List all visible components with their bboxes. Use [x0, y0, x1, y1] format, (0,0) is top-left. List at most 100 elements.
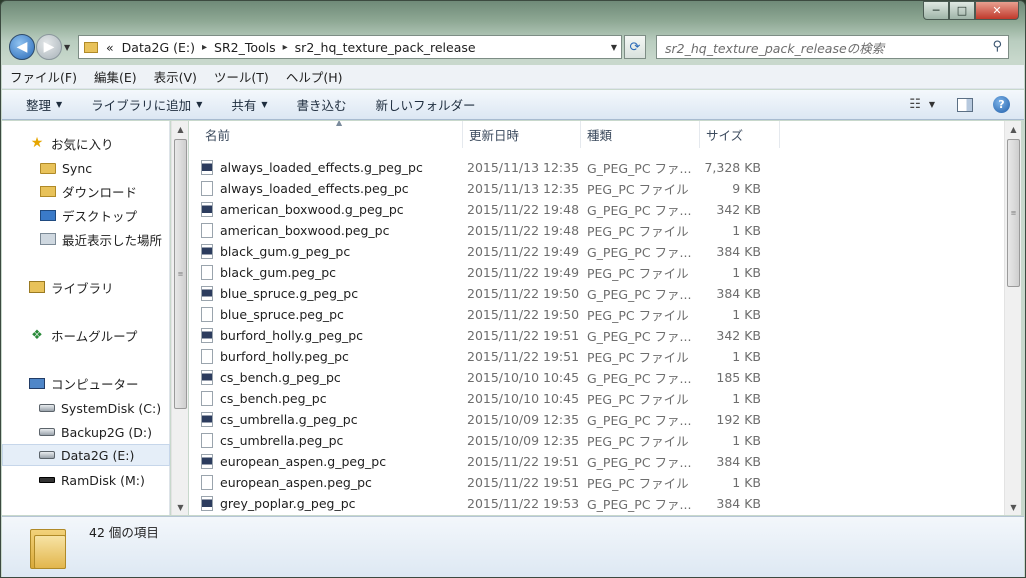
column-header-name[interactable]: ▲ 名前	[199, 121, 463, 148]
column-header-date[interactable]: 更新日時	[463, 121, 581, 148]
search-input[interactable]: sr2_hq_texture_pack_releaseの検索 ⚲	[656, 35, 1009, 59]
menu-edit[interactable]: 編集(E)	[94, 67, 137, 86]
refresh-button[interactable]: ⟳	[624, 35, 646, 59]
file-date: 2015/11/22 19:51	[467, 454, 580, 469]
file-row[interactable]: black_gum.peg_pc 2015/11/22 19:49 PEG_PC フ…	[201, 262, 981, 283]
address-separator-icon[interactable]: ▸	[280, 42, 291, 53]
menu-tools[interactable]: ツール(T)	[214, 67, 269, 86]
column-header-size[interactable]: サイズ	[700, 121, 780, 148]
peg-file-icon	[201, 223, 213, 238]
file-date: 2015/10/09 12:35	[467, 412, 580, 427]
recent-pages-dropdown[interactable]: ▼	[64, 43, 74, 52]
search-icon[interactable]: ⚲	[992, 39, 1002, 54]
file-row[interactable]: blue_spruce.peg_pc 2015/11/22 19:50 PEG_PC…	[201, 304, 981, 325]
navigation-scrollbar[interactable]: ▲ ≡ ▼	[171, 121, 188, 515]
file-row[interactable]: always_loaded_effects.peg_pc 2015/11/13 1…	[201, 178, 981, 199]
close-button[interactable]: ✕	[975, 1, 1019, 20]
chevron-down-icon: ▼	[56, 100, 63, 109]
g-peg-file-icon	[201, 160, 213, 175]
forward-arrow-icon: ▶	[43, 39, 55, 55]
peg-file-icon	[201, 391, 213, 406]
add-to-library-button[interactable]: ライブラリに追加 ▼	[91, 95, 202, 114]
column-header-label: 種類	[587, 128, 613, 143]
organize-button[interactable]: 整理 ▼	[26, 95, 62, 114]
file-type: PEG_PC ファイル	[587, 434, 689, 449]
file-row[interactable]: american_boxwood.peg_pc 2015/11/22 19:48 P…	[201, 220, 981, 241]
sidebar-item-sync[interactable]: Sync	[2, 157, 170, 179]
command-bar-right: ☷ ▼ ?	[909, 96, 1010, 113]
file-row[interactable]: american_boxwood.g_peg_pc 2015/11/22 19:4…	[201, 199, 981, 220]
file-type: PEG_PC ファイル	[587, 182, 689, 197]
file-date: 2015/11/22 19:50	[467, 286, 580, 301]
scroll-down-arrow-icon[interactable]: ▼	[1005, 499, 1022, 515]
help-icon[interactable]: ?	[993, 96, 1010, 113]
share-button[interactable]: 共有 ▼	[231, 95, 267, 114]
file-row[interactable]: cs_bench.g_peg_pc 2015/10/10 10:45 G_PEG_P…	[201, 367, 981, 388]
file-type: PEG_PC ファイル	[587, 350, 689, 365]
new-folder-button[interactable]: 新しいフォルダー	[376, 95, 476, 114]
scroll-down-arrow-icon[interactable]: ▼	[172, 499, 189, 515]
menu-file[interactable]: ファイル(F)	[10, 67, 77, 86]
minimize-button[interactable]: ─	[923, 1, 949, 20]
g-peg-file-icon	[201, 412, 213, 427]
forward-button[interactable]: ▶	[36, 34, 62, 60]
back-button[interactable]: ◀	[9, 34, 35, 60]
address-segment-drive[interactable]: Data2G (E:)	[118, 40, 199, 55]
menu-help[interactable]: ヘルプ(H)	[286, 67, 343, 86]
sidebar-item-data2g[interactable]: Data2G (E:)	[2, 444, 170, 466]
file-size: 9 KB	[732, 181, 761, 196]
sidebar-item-downloads[interactable]: ダウンロード	[2, 180, 170, 202]
sidebar-item-homegroup[interactable]: ❖ ホームグループ	[2, 324, 170, 346]
view-options-dropdown[interactable]: ▼	[929, 100, 935, 109]
sidebar-item-recent-places[interactable]: 最近表示した場所	[2, 228, 170, 250]
file-row[interactable]: burford_holly.peg_pc 2015/11/22 19:51 PEG_…	[201, 346, 981, 367]
file-type: PEG_PC ファイル	[587, 224, 689, 239]
file-row[interactable]: cs_umbrella.g_peg_pc 2015/10/09 12:35 G_PE…	[201, 409, 981, 430]
scroll-up-arrow-icon[interactable]: ▲	[1005, 121, 1022, 137]
address-overflow[interactable]: «	[102, 40, 118, 55]
file-row[interactable]: grey_poplar.g_peg_pc 2015/11/22 19:53 G_PE…	[201, 493, 981, 514]
chevron-down-icon[interactable]: ▼	[611, 43, 617, 52]
address-separator-icon[interactable]: ▸	[199, 42, 210, 53]
scroll-up-arrow-icon[interactable]: ▲	[172, 121, 189, 137]
file-row[interactable]: blue_spruce.g_peg_pc 2015/11/22 19:50 G_PE…	[201, 283, 981, 304]
column-header-label: 更新日時	[469, 128, 520, 143]
file-list-scrollbar[interactable]: ▲ ≡ ▼	[1004, 121, 1021, 515]
maximize-button[interactable]: □	[949, 1, 975, 20]
file-row[interactable]: burford_holly.g_peg_pc 2015/11/22 19:51 G_…	[201, 325, 981, 346]
menu-view[interactable]: 表示(V)	[154, 67, 197, 86]
preview-pane-icon[interactable]	[957, 97, 973, 112]
file-row[interactable]: cs_umbrella.peg_pc 2015/10/09 12:35 PEG_PC…	[201, 430, 981, 451]
sidebar-item-computer[interactable]: コンピューター	[2, 372, 170, 394]
file-name: cs_bench.peg_pc	[220, 391, 327, 406]
file-row[interactable]: always_loaded_effects.g_peg_pc 2015/11/13…	[201, 157, 981, 178]
scrollbar-thumb[interactable]: ≡	[174, 139, 187, 409]
burn-button[interactable]: 書き込む	[297, 95, 347, 114]
change-view-icon[interactable]: ☷	[909, 97, 921, 112]
menu-bar: ファイル(F) 編集(E) 表示(V) ツール(T) ヘルプ(H)	[2, 65, 1024, 89]
file-row[interactable]: black_gum.g_peg_pc 2015/11/22 19:49 G_PEG_…	[201, 241, 981, 262]
file-size: 384 KB	[716, 454, 761, 469]
address-bar[interactable]: « Data2G (E:) ▸ SR2_Tools ▸ sr2_hq_textu…	[78, 35, 622, 59]
navigation-pane: ★ お気に入り Sync ダウンロード デスクトップ 最近表示した場所 ライブラ…	[2, 121, 170, 515]
scrollbar-thumb[interactable]: ≡	[1007, 139, 1020, 287]
file-type: G_PEG_PC ファ...	[587, 371, 692, 386]
file-date: 2015/11/22 19:50	[467, 307, 580, 322]
sidebar-item-backup2g[interactable]: Backup2G (D:)	[2, 421, 170, 443]
file-name: grey_poplar.g_peg_pc	[220, 496, 356, 511]
g-peg-file-icon	[201, 286, 213, 301]
column-header-type[interactable]: 種類	[581, 121, 700, 148]
file-row[interactable]: european_aspen.g_peg_pc 2015/11/22 19:51 G…	[201, 451, 981, 472]
file-row[interactable]: european_aspen.peg_pc 2015/11/22 19:51 PEG…	[201, 472, 981, 493]
chevron-down-icon: ▼	[261, 100, 268, 109]
add-to-library-label: ライブラリに追加	[91, 98, 192, 113]
sidebar-item-libraries[interactable]: ライブラリ	[2, 276, 170, 298]
sidebar-item-favorites[interactable]: ★ お気に入り	[2, 132, 170, 154]
address-segment-sr2-tools[interactable]: SR2_Tools	[210, 40, 280, 55]
sidebar-item-desktop[interactable]: デスクトップ	[2, 204, 170, 226]
address-segment-current[interactable]: sr2_hq_texture_pack_release	[291, 40, 480, 55]
sidebar-item-systemdisk[interactable]: SystemDisk (C:)	[2, 397, 170, 419]
file-type: G_PEG_PC ファ...	[587, 203, 692, 218]
sidebar-item-ramdisk[interactable]: RamDisk (M:)	[2, 469, 170, 491]
file-row[interactable]: cs_bench.peg_pc 2015/10/10 10:45 PEG_PC ファ…	[201, 388, 981, 409]
